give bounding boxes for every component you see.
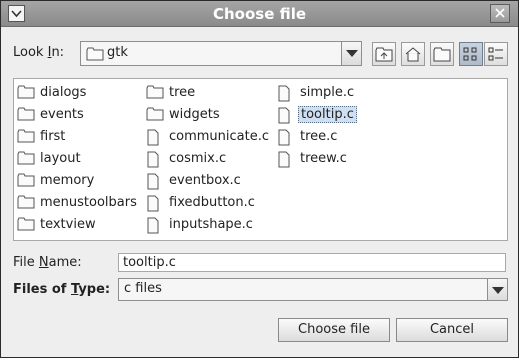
folder-icon bbox=[86, 47, 104, 65]
file-list-column-3: simple.c tooltip.c tree.c treew.c bbox=[276, 82, 357, 170]
file-item[interactable]: communicate.c bbox=[145, 126, 271, 148]
details-view-button[interactable] bbox=[484, 42, 508, 66]
file-list-column-1: dialogs events first layout memory menustoolb… bbox=[16, 82, 139, 236]
file-chooser-dialog: Choose file Look In: gtk dialogs events … bbox=[0, 0, 519, 358]
file-list-column-2: tree widgets communicate.c cosmix.c eventbox… bbox=[145, 82, 271, 236]
new-folder-icon bbox=[433, 47, 451, 62]
files-of-type-label: Files of Type: bbox=[13, 282, 111, 297]
files-of-type-value: c files bbox=[124, 281, 162, 296]
file-name-label: File Name: bbox=[13, 255, 82, 270]
file-item[interactable]: fixedbutton.c bbox=[145, 192, 271, 214]
file-name-text: communicate.c bbox=[169, 129, 270, 144]
file-name-text: cosmix.c bbox=[169, 151, 227, 166]
folder-item[interactable]: dialogs bbox=[16, 82, 139, 104]
folder-item[interactable]: widgets bbox=[145, 104, 271, 126]
file-name-text: simple.c bbox=[300, 85, 355, 100]
folder-item[interactable]: first bbox=[16, 126, 139, 148]
file-name-text: tree bbox=[169, 85, 196, 100]
file-item[interactable]: simple.c bbox=[276, 82, 357, 104]
file-name-text: menustoolbars bbox=[40, 195, 137, 210]
file-item[interactable]: tooltip.c bbox=[276, 104, 357, 126]
file-name-text: layout bbox=[40, 151, 81, 166]
file-name-text: inputshape.c bbox=[169, 217, 253, 232]
folder-item[interactable]: layout bbox=[16, 148, 139, 170]
file-name-text: tooltip.c bbox=[298, 106, 357, 123]
cancel-button[interactable]: Cancel bbox=[396, 318, 508, 342]
folder-item[interactable]: tree bbox=[145, 82, 271, 104]
file-item[interactable]: treew.c bbox=[276, 148, 357, 170]
close-button[interactable] bbox=[490, 4, 510, 23]
up-one-level-button[interactable] bbox=[372, 42, 396, 66]
chevron-down-icon[interactable] bbox=[487, 279, 507, 300]
file-icon bbox=[277, 151, 291, 176]
look-in-label: Look In: bbox=[13, 45, 65, 60]
file-name-text: widgets bbox=[169, 107, 220, 122]
home-button[interactable] bbox=[401, 42, 425, 66]
folder-item[interactable]: menustoolbars bbox=[16, 192, 139, 214]
folder-item[interactable]: textview bbox=[16, 214, 139, 236]
look-in-combo[interactable]: gtk bbox=[80, 41, 362, 66]
folder-up-icon bbox=[375, 47, 393, 62]
files-of-type-combo[interactable]: c files bbox=[118, 278, 508, 301]
file-name-text: tree.c bbox=[300, 129, 338, 144]
choose-file-button[interactable]: Choose file bbox=[278, 318, 390, 342]
file-item[interactable]: cosmix.c bbox=[145, 148, 271, 170]
file-name-text: events bbox=[40, 107, 84, 122]
file-item[interactable]: eventbox.c bbox=[145, 170, 271, 192]
file-name-text: textview bbox=[40, 217, 96, 232]
list-view-icon bbox=[463, 47, 477, 61]
look-in-value: gtk bbox=[107, 45, 128, 60]
file-name-text: first bbox=[40, 129, 66, 144]
file-name-text: eventbox.c bbox=[169, 173, 241, 188]
folder-icon bbox=[17, 217, 35, 239]
close-icon bbox=[495, 8, 505, 18]
file-icon bbox=[146, 217, 160, 242]
file-name-text: dialogs bbox=[40, 85, 87, 100]
file-list[interactable]: dialogs events first layout memory menustoolb… bbox=[13, 78, 508, 241]
chevron-down-icon[interactable] bbox=[341, 42, 361, 65]
file-item[interactable]: tree.c bbox=[276, 126, 357, 148]
file-name-text: memory bbox=[40, 173, 95, 188]
folder-item[interactable]: events bbox=[16, 104, 139, 126]
window-title: Choose file bbox=[212, 5, 307, 23]
file-name-text: treew.c bbox=[300, 151, 347, 166]
file-item[interactable]: inputshape.c bbox=[145, 214, 271, 236]
titlebar[interactable]: Choose file bbox=[1, 1, 518, 27]
file-name-input[interactable]: tooltip.c bbox=[118, 253, 506, 272]
new-folder-button[interactable] bbox=[430, 42, 454, 66]
list-view-button[interactable] bbox=[459, 42, 483, 66]
details-view-icon bbox=[488, 47, 503, 61]
folder-item[interactable]: memory bbox=[16, 170, 139, 192]
file-name-text: fixedbutton.c bbox=[169, 195, 255, 210]
home-icon bbox=[405, 47, 421, 62]
